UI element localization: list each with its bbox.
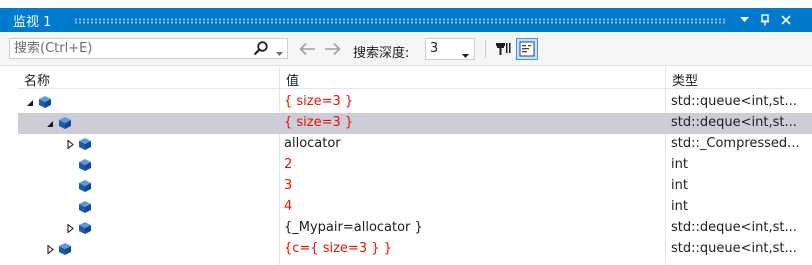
watch-type-cell: int bbox=[671, 157, 688, 172]
watch-type-cell: std::deque<int,st... bbox=[671, 220, 797, 235]
watch-value-cell[interactable]: allocator bbox=[284, 136, 664, 151]
variable-cube-icon bbox=[38, 95, 52, 109]
watch-row[interactable]: [1]3int bbox=[18, 176, 812, 197]
watch-value-cell[interactable]: {_Mypair=allocator } bbox=[284, 220, 664, 235]
watch-row[interactable]: q1{ size=3 }std::queue<int,st... bbox=[18, 92, 812, 113]
watch-value-cell[interactable]: 4 bbox=[284, 199, 664, 214]
column-header-name-label: 名称 bbox=[24, 74, 51, 89]
search-input[interactable] bbox=[14, 40, 254, 57]
variable-cube-icon bbox=[78, 200, 92, 214]
watch-type-cell: int bbox=[671, 199, 688, 214]
filter-pin-button[interactable] bbox=[492, 38, 514, 60]
watch-value-cell[interactable]: { size=3 } bbox=[284, 115, 664, 130]
expand-arrow-expanded-icon[interactable] bbox=[44, 113, 56, 134]
search-icon[interactable] bbox=[253, 40, 269, 60]
search-forward-arrow-icon[interactable] bbox=[324, 42, 342, 56]
variable-cube-icon bbox=[58, 242, 72, 256]
watch-row[interactable]: [2]4int bbox=[18, 197, 812, 218]
watch-type-cell: std::queue<int,st... bbox=[671, 94, 797, 109]
search-depth-value: 3 bbox=[430, 41, 439, 56]
variable-cube-icon bbox=[78, 221, 92, 235]
variable-cube-icon bbox=[78, 179, 92, 193]
expand-arrow-placeholder bbox=[64, 197, 76, 218]
search-box[interactable] bbox=[9, 38, 288, 59]
search-back-arrow-icon[interactable] bbox=[298, 42, 316, 56]
column-header-value[interactable]: 值 bbox=[280, 67, 666, 89]
watch-row[interactable]: [原始视图]{_Mypair=allocator }std::deque<int… bbox=[18, 218, 812, 239]
watch-type-cell: std::deque<int,st... bbox=[671, 115, 797, 130]
expand-arrow-expanded-icon[interactable] bbox=[24, 92, 36, 113]
watch-value-cell[interactable]: {c={ size=3 } } bbox=[284, 241, 664, 256]
hex-display-toggle-button[interactable] bbox=[516, 38, 538, 60]
expand-arrow-placeholder bbox=[64, 176, 76, 197]
filter-icon bbox=[496, 43, 511, 55]
hex-display-icon bbox=[519, 41, 535, 57]
expand-arrow-placeholder bbox=[64, 155, 76, 176]
watch-window-titlebar: 监视 1 bbox=[0, 8, 812, 32]
close-icon[interactable] bbox=[777, 10, 795, 30]
column-header-name[interactable]: 名称 bbox=[18, 67, 280, 89]
variable-cube-icon bbox=[78, 137, 92, 151]
column-header-type-label: 类型 bbox=[672, 74, 699, 89]
variable-cube-icon bbox=[78, 158, 92, 172]
titlebar-grip[interactable] bbox=[74, 18, 726, 24]
watch-grid: 名称 值 类型 q1{ size=3 }std::queue<int,st...… bbox=[0, 67, 812, 265]
watch-toolbar: 搜索深度: 3 bbox=[0, 33, 812, 66]
watch-row[interactable]: [allocator]allocatorstd::_Compressed... bbox=[18, 134, 812, 155]
watch-value-cell[interactable]: 2 bbox=[284, 157, 664, 172]
watch-value-cell[interactable]: 3 bbox=[284, 178, 664, 193]
column-header-type[interactable]: 类型 bbox=[666, 67, 812, 89]
expand-arrow-collapsed-icon[interactable] bbox=[64, 218, 76, 239]
watch-type-cell: std::_Compressed... bbox=[671, 136, 800, 151]
watch-type-cell: int bbox=[671, 178, 688, 193]
window-title: 监视 1 bbox=[13, 15, 52, 30]
search-depth-select[interactable]: 3 bbox=[425, 38, 475, 60]
watch-type-cell: std::queue<int,st... bbox=[671, 241, 797, 256]
search-options-chevron-down-icon[interactable] bbox=[276, 45, 283, 60]
window-menu-dropdown-icon[interactable] bbox=[735, 10, 753, 30]
watch-value-cell[interactable]: { size=3 } bbox=[284, 94, 664, 109]
watch-row[interactable]: c{ size=3 }std::deque<int,st... bbox=[18, 113, 812, 134]
chevron-down-icon bbox=[462, 47, 469, 62]
expand-arrow-collapsed-icon[interactable] bbox=[64, 134, 76, 155]
watch-row[interactable]: [0]2int bbox=[18, 155, 812, 176]
search-depth-label: 搜索深度: bbox=[353, 46, 410, 61]
watch-row[interactable]: [原始视图]{c={ size=3 } }std::queue<int,st..… bbox=[18, 239, 812, 260]
expand-arrow-collapsed-icon[interactable] bbox=[44, 239, 56, 260]
variable-cube-icon bbox=[58, 116, 72, 130]
toolbar-separator bbox=[485, 40, 486, 58]
column-header-value-label: 值 bbox=[286, 74, 300, 89]
pin-icon[interactable] bbox=[756, 10, 774, 30]
